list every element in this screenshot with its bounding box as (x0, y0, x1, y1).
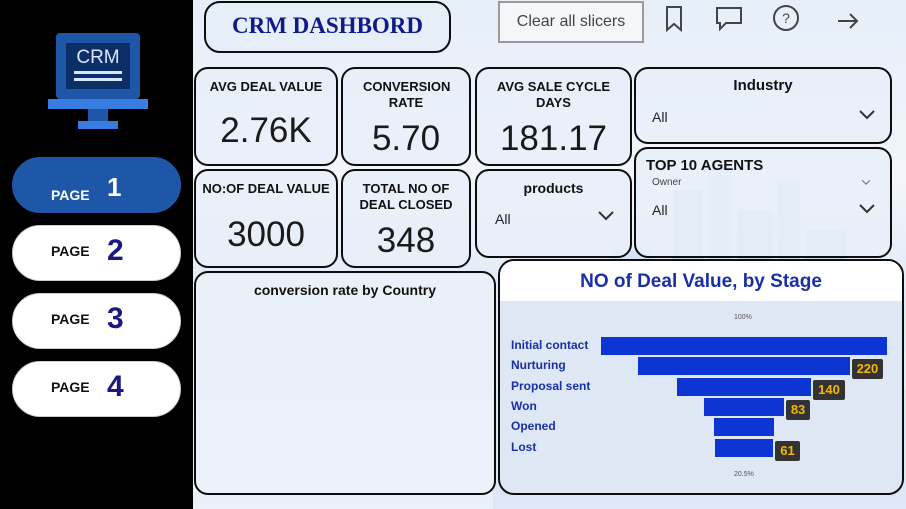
kpi-title: AVG DEAL VALUE (209, 79, 323, 94)
chevron-down-icon[interactable] (858, 109, 876, 121)
funnel-bar[interactable] (638, 357, 850, 376)
page-label: PAGE (51, 187, 90, 203)
slicer-value[interactable]: All (652, 202, 668, 218)
funnel-stage-label: Initial contact (511, 338, 589, 352)
funnel-bar[interactable] (601, 337, 887, 355)
page-2-button[interactable]: PAGE 2 (12, 225, 181, 281)
chevron-down-icon[interactable] (597, 210, 615, 222)
map-title: conversion rate by Country (253, 282, 437, 298)
comment-icon[interactable] (714, 3, 744, 33)
funnel-data-label: 220 (851, 359, 884, 380)
chart-title: NO of Deal Value, by Stage (580, 271, 822, 292)
kpi-value: 2.76K (220, 111, 312, 150)
funnel-top-percent: 100% (734, 314, 752, 321)
funnel-bar[interactable] (713, 418, 775, 437)
page-number: 3 (107, 302, 124, 335)
kpi-deal-count: NO:OF DEAL VALUE 3000 (194, 169, 338, 268)
kpi-avg-sale-cycle: AVG SALE CYCLE DAYS 181.17 (475, 67, 632, 166)
bookmark-icon[interactable] (659, 3, 689, 33)
page-1-button[interactable]: PAGE 1 (12, 157, 181, 213)
funnel-data-label: 83 (785, 399, 811, 420)
kpi-value: 348 (376, 221, 436, 260)
clear-slicers-button[interactable]: Clear all slicers (498, 1, 644, 43)
page-title: CRM DASHBORD (231, 13, 424, 38)
deal-stage-funnel-chart[interactable]: NO of Deal Value, by Stage 100% Initial c… (498, 259, 904, 495)
crm-monitor-icon: CRM (48, 33, 148, 129)
page-number: 2 (107, 234, 124, 267)
page-number: 4 (107, 370, 124, 403)
funnel-stage-label: Opened (511, 419, 556, 434)
kpi-title: CONVERSION RATE (363, 79, 451, 110)
kpi-title: TOTAL NO OF DEAL CLOSED (359, 181, 453, 212)
kpi-value: 181.17 (499, 119, 608, 158)
top-agents-slicer[interactable]: TOP 10 AGENTS Owner All (634, 147, 892, 258)
slicer-label: TOP 10 AGENTS (646, 157, 764, 174)
slicer-value[interactable]: All (652, 109, 668, 125)
kpi-title: NO:OF DEAL VALUE (202, 181, 330, 196)
arrow-right-icon[interactable] (833, 6, 863, 36)
funnel-bar[interactable] (676, 377, 812, 396)
funnel-data-label: 61 (775, 440, 800, 461)
slicer-label: products (523, 180, 584, 196)
page-label: PAGE (51, 243, 90, 259)
page-label: PAGE (51, 311, 90, 327)
sidebar: CRM PAGE 1 PAGE 2 PAGE 3 PAGE 4 (0, 0, 193, 509)
funnel-bottom-percent: 20.5% (734, 470, 754, 478)
funnel-bar[interactable] (704, 397, 784, 416)
kpi-title: AVG SALE CYCLE DAYS (496, 79, 611, 110)
kpi-conversion-rate: CONVERSION RATE 5.70 (341, 67, 471, 166)
funnel-stage-label: Nurturing (511, 358, 566, 373)
kpi-avg-deal-value: AVG DEAL VALUE 2.76K (194, 67, 338, 166)
kpi-value: 3000 (227, 215, 305, 254)
kpi-value: 5.70 (371, 119, 441, 158)
funnel-stage-label: Proposal sent (511, 378, 591, 393)
help-icon[interactable]: ? (771, 3, 801, 33)
industry-slicer[interactable]: Industry All (634, 67, 892, 144)
svg-text:?: ? (782, 10, 790, 26)
page-4-button[interactable]: PAGE 4 (12, 361, 181, 417)
funnel-data-label: 140 (813, 379, 845, 400)
chart-header: NO of Deal Value, by Stage (500, 261, 902, 301)
chevron-down-icon[interactable] (858, 203, 876, 215)
funnel-stage-label: Lost (511, 439, 537, 454)
slicer-sublabel: Owner (652, 177, 682, 188)
funnel-stage-label: Won (511, 398, 537, 413)
dashboard-title-box: CRM DASHBORD (204, 1, 451, 53)
page-number: 1 (107, 172, 122, 202)
page-3-button[interactable]: PAGE 3 (12, 293, 181, 349)
kpi-deals-closed: TOTAL NO OF DEAL CLOSED 348 (341, 169, 471, 268)
chevron-down-small-icon[interactable] (861, 179, 871, 186)
page-label: PAGE (51, 379, 90, 395)
slicer-label: Industry (733, 77, 793, 94)
dashboard-canvas: CRM DASHBORD Clear all slicers ? AVG DEA… (193, 0, 906, 509)
conversion-rate-map[interactable]: conversion rate by Country (194, 271, 496, 495)
products-slicer[interactable]: products All (475, 169, 632, 258)
logo-text: CRM (76, 47, 119, 68)
funnel-bar[interactable] (714, 438, 774, 457)
slicer-value[interactable]: All (495, 211, 511, 227)
